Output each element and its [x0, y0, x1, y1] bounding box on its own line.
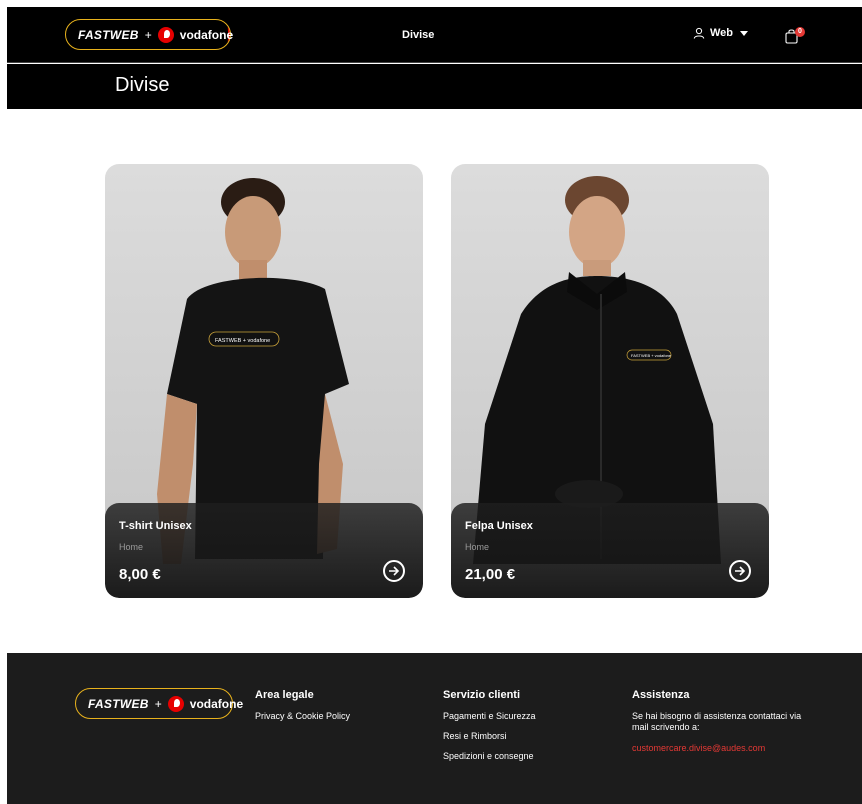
vodafone-icon	[157, 26, 174, 43]
site-footer: FASTWEB + vodafone Area legale Privacy &…	[7, 653, 862, 804]
cart-count-badge: 0	[795, 27, 805, 37]
footer-column-legal: Area legale Privacy & Cookie Policy	[255, 689, 350, 731]
card-info-panel	[451, 503, 769, 598]
product-name[interactable]: T-shirt Unisex	[119, 520, 192, 532]
chevron-down-icon	[740, 30, 749, 36]
user-menu-label: Web	[710, 27, 734, 39]
page-title: Divise	[115, 74, 170, 96]
product-name[interactable]: Felpa Unisex	[465, 520, 533, 532]
footer-heading-support: Assistenza	[632, 689, 690, 701]
arrow-right-icon[interactable]	[383, 560, 405, 582]
footer-link-shipping[interactable]: Spedizioni e consegne	[443, 751, 536, 761]
logo-plus: +	[144, 27, 152, 42]
product-card[interactable]: FASTWEB + vodafone T-shirt Unisex Home 8…	[105, 164, 423, 598]
cart-button[interactable]: 0	[785, 26, 805, 44]
user-icon	[693, 27, 705, 39]
footer-link-privacy[interactable]: Privacy & Cookie Policy	[255, 711, 350, 721]
product-card[interactable]: FASTWEB + vodafone Felpa Unisex Home 21,…	[451, 164, 769, 598]
user-menu[interactable]: Web	[693, 27, 749, 39]
vodafone-icon	[167, 695, 184, 712]
footer-column-service: Servizio clienti Pagamenti e Sicurezza R…	[443, 689, 536, 771]
product-category: Home	[119, 542, 144, 552]
svg-text:FASTWEB + vodafone: FASTWEB + vodafone	[215, 338, 270, 344]
nav-link-divise[interactable]: Divise	[402, 29, 434, 41]
vodafone-wordmark: vodafone	[189, 696, 244, 711]
fastweb-wordmark: FASTWEB	[78, 27, 139, 42]
svg-text:FASTWEB + vodafone: FASTWEB + vodafone	[631, 353, 672, 358]
fastweb-wordmark: FASTWEB	[88, 696, 149, 711]
arrow-right-icon[interactable]	[729, 560, 751, 582]
footer-column-support: Assistenza Se hai bisogno di assistenza …	[632, 689, 812, 753]
product-price: 8,00 €	[119, 566, 161, 583]
vodafone-wordmark: vodafone	[179, 27, 234, 42]
footer-heading-service: Servizio clienti	[443, 689, 521, 701]
footer-link-payments[interactable]: Pagamenti e Sicurezza	[443, 711, 536, 721]
footer-logo[interactable]: FASTWEB + vodafone	[75, 688, 243, 719]
footer-link-returns[interactable]: Resi e Rimborsi	[443, 731, 536, 741]
logo-plus: +	[154, 696, 162, 711]
support-email-link[interactable]: customercare.divise@audes.com	[632, 743, 812, 753]
top-header: FASTWEB + vodafone Divise Web 0	[7, 7, 862, 63]
card-info-panel	[105, 503, 423, 598]
footer-heading-legal: Area legale	[255, 689, 314, 701]
header-logo[interactable]: FASTWEB + vodafone	[65, 19, 234, 50]
support-text: Se hai bisogno di assistenza contattaci …	[632, 711, 802, 732]
page-title-bar: Divise	[7, 64, 862, 109]
product-category: Home	[465, 542, 490, 552]
product-price: 21,00 €	[465, 566, 516, 583]
